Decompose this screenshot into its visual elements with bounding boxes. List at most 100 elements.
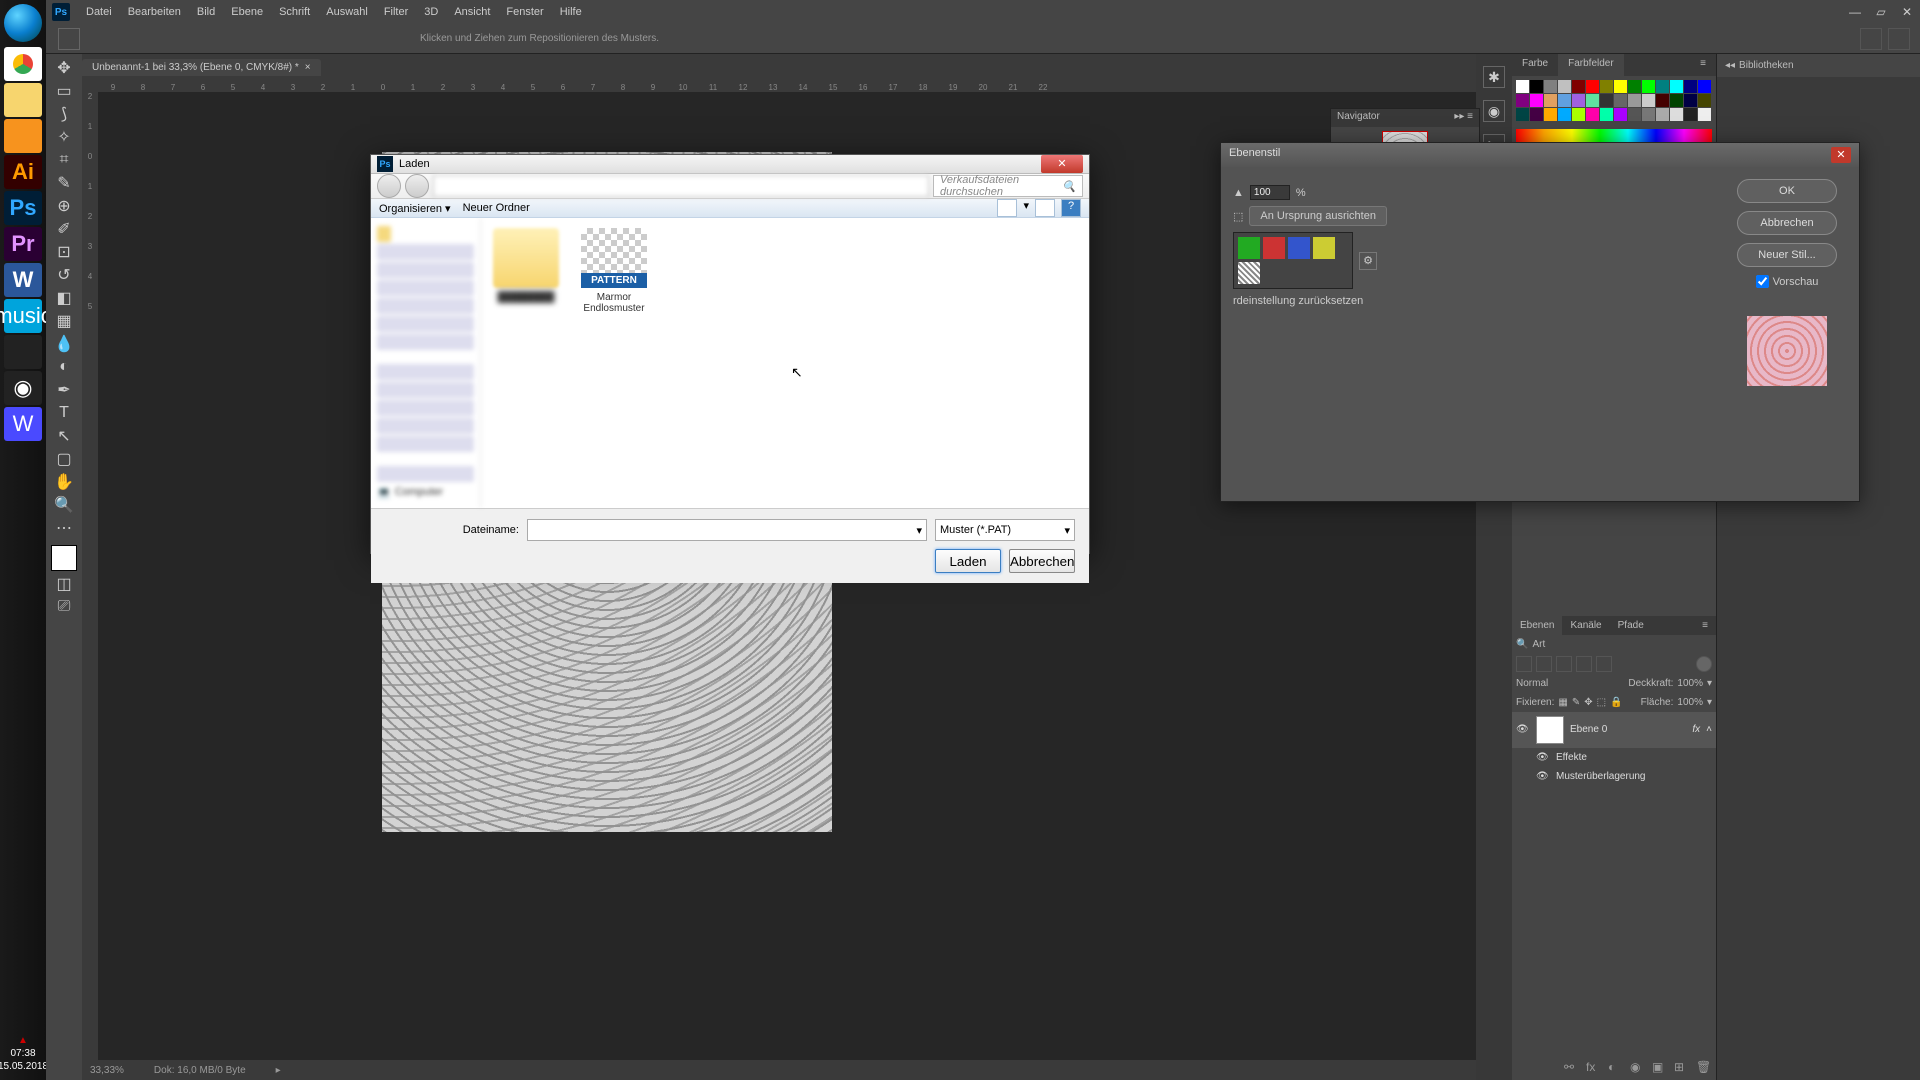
zoom-level[interactable]: 33,33%	[90, 1065, 124, 1076]
taskbar-media-icon[interactable]	[4, 119, 42, 153]
layer-effect-row[interactable]: 👁 Musterüberlagerung	[1512, 767, 1716, 786]
filter-icon[interactable]	[1556, 656, 1572, 672]
new-layer-icon[interactable]: ⊞	[1674, 1060, 1690, 1076]
menu-item[interactable]: Schrift	[271, 6, 318, 18]
maximize-button[interactable]: ▱	[1868, 2, 1894, 22]
quick-mask[interactable]: ◫	[51, 574, 77, 594]
gradient-tool[interactable]: ▦	[51, 311, 77, 331]
panel-menu-icon[interactable]: ≡	[1690, 54, 1716, 76]
breadcrumb[interactable]	[433, 175, 929, 197]
tab-channels[interactable]: Kanäle	[1562, 616, 1609, 635]
panel-icon[interactable]: ✱	[1483, 66, 1505, 88]
layer-effect-row[interactable]: 👁 Effekte	[1512, 748, 1716, 767]
preview-checkbox[interactable]	[1756, 275, 1769, 288]
snap-button[interactable]: An Ursprung ausrichten	[1249, 206, 1387, 226]
dodge-tool[interactable]: ◐	[51, 357, 77, 377]
reset-button[interactable]: rdeinstellung zurücksetzen	[1233, 295, 1363, 307]
lock-icon[interactable]: ✥	[1584, 697, 1592, 708]
search-icon[interactable]	[1860, 28, 1882, 50]
close-button[interactable]: ✕	[1894, 2, 1920, 22]
stamp-tool[interactable]: ⊡	[51, 242, 77, 262]
lock-icon[interactable]: ⬚	[1597, 697, 1606, 708]
minimize-button[interactable]: —	[1842, 2, 1868, 22]
lock-icon[interactable]: ▦	[1558, 697, 1567, 708]
lock-icon[interactable]: 🔒	[1610, 697, 1622, 708]
healing-tool[interactable]: ⊕	[51, 196, 77, 216]
link-icon[interactable]: ⚯	[1564, 1060, 1580, 1076]
back-button[interactable]	[377, 174, 401, 198]
load-button[interactable]: Laden	[935, 549, 1001, 573]
filter-icon[interactable]	[1516, 656, 1532, 672]
lock-icon[interactable]: ✎	[1572, 697, 1580, 708]
adjust-icon[interactable]: ◉	[1630, 1060, 1646, 1076]
menu-item[interactable]: Hilfe	[552, 6, 590, 18]
ok-button[interactable]: OK	[1737, 179, 1837, 203]
hand-tool[interactable]: ✋	[51, 472, 77, 492]
path-tool[interactable]: ↖	[51, 426, 77, 446]
brush-tool[interactable]: ✐	[51, 219, 77, 239]
panel-icon[interactable]: ◉	[1483, 100, 1505, 122]
forward-button[interactable]	[405, 174, 429, 198]
tab-paths[interactable]: Pfade	[1610, 616, 1652, 635]
new-style-button[interactable]: Neuer Stil...	[1737, 243, 1837, 267]
search-input[interactable]: Verkaufsdateien durchsuchen 🔍	[933, 175, 1083, 197]
eraser-tool[interactable]: ◧	[51, 288, 77, 308]
preview-pane-icon[interactable]	[1035, 199, 1055, 217]
taskbar-premiere-icon[interactable]: Pr	[4, 227, 42, 261]
taskbar-explorer-icon[interactable]	[4, 83, 42, 117]
filter-icon[interactable]	[1536, 656, 1552, 672]
menu-item[interactable]: Ansicht	[446, 6, 498, 18]
tab-swatches[interactable]: Farbfelder	[1558, 54, 1624, 76]
file-item-pattern[interactable]: Marmor Endlosmuster	[579, 228, 649, 314]
panel-menu-icon[interactable]: ≡	[1694, 616, 1716, 635]
fg-bg-swatch[interactable]	[51, 545, 77, 571]
taskbar-app-icon[interactable]: W	[4, 407, 42, 441]
expand-icon[interactable]: ˄	[1706, 724, 1712, 735]
menu-item[interactable]: Filter	[376, 6, 416, 18]
fx-badge[interactable]: fx	[1692, 724, 1700, 735]
blur-tool[interactable]: 💧	[51, 334, 77, 354]
wand-tool[interactable]: ✧	[51, 127, 77, 147]
filetype-select[interactable]: Muster (*.PAT)▾	[935, 519, 1075, 541]
filter-icon[interactable]	[1596, 656, 1612, 672]
gear-icon[interactable]: ⚙	[1359, 252, 1377, 270]
scale-input[interactable]	[1250, 185, 1290, 200]
document-tab[interactable]: Unbenannt-1 bei 33,3% (Ebene 0, CMYK/8#)…	[82, 59, 321, 76]
trash-icon[interactable]: 🗑	[1696, 1060, 1712, 1076]
shape-tool[interactable]: ▢	[51, 449, 77, 469]
menu-item[interactable]: Bild	[189, 6, 223, 18]
taskbar-photoshop-icon[interactable]: Ps	[4, 191, 42, 225]
visibility-icon[interactable]: 👁	[1536, 771, 1550, 782]
taskbar-app-icon[interactable]	[4, 335, 42, 369]
opacity-value[interactable]: 100%	[1677, 678, 1703, 689]
new-folder-button[interactable]: Neuer Ordner	[463, 202, 530, 214]
visibility-icon[interactable]: 👁	[1536, 752, 1550, 763]
move-tool-icon[interactable]	[58, 28, 80, 50]
tab-layers[interactable]: Ebenen	[1512, 616, 1562, 635]
menu-item[interactable]: Datei	[78, 6, 120, 18]
cancel-button[interactable]: Abbrechen	[1009, 549, 1075, 573]
blend-mode[interactable]: Normal	[1516, 678, 1548, 689]
taskbar-music-icon[interactable]: music	[4, 299, 42, 333]
crop-tool[interactable]: ⌗	[51, 150, 77, 170]
taskbar-word-icon[interactable]: W	[4, 263, 42, 297]
layer-row[interactable]: 👁 Ebene 0 fx ˄	[1512, 712, 1716, 748]
menu-item[interactable]: Ebene	[223, 6, 271, 18]
taskbar-obs-icon[interactable]: ◉	[4, 371, 42, 405]
swatches-grid[interactable]	[1512, 76, 1716, 125]
view-icon[interactable]	[997, 199, 1017, 217]
tab-libraries[interactable]: Bibliotheken	[1739, 60, 1793, 71]
lasso-tool[interactable]: ⟆	[51, 104, 77, 124]
zoom-tool[interactable]: 🔍	[51, 495, 77, 515]
filter-toggle[interactable]	[1696, 656, 1712, 672]
screen-mode[interactable]: ⎚	[51, 597, 77, 617]
tab-color[interactable]: Farbe	[1512, 54, 1558, 76]
visibility-icon[interactable]: 👁	[1516, 724, 1530, 735]
fill-value[interactable]: 100%	[1677, 697, 1703, 708]
cancel-button[interactable]: Abbrechen	[1737, 211, 1837, 235]
group-icon[interactable]: ▣	[1652, 1060, 1668, 1076]
type-tool[interactable]: T	[51, 403, 77, 423]
filter-icon[interactable]	[1576, 656, 1592, 672]
system-tray[interactable]: ▲ 07:38 15.05.2018	[0, 1033, 48, 1080]
pen-tool[interactable]: ✒	[51, 380, 77, 400]
